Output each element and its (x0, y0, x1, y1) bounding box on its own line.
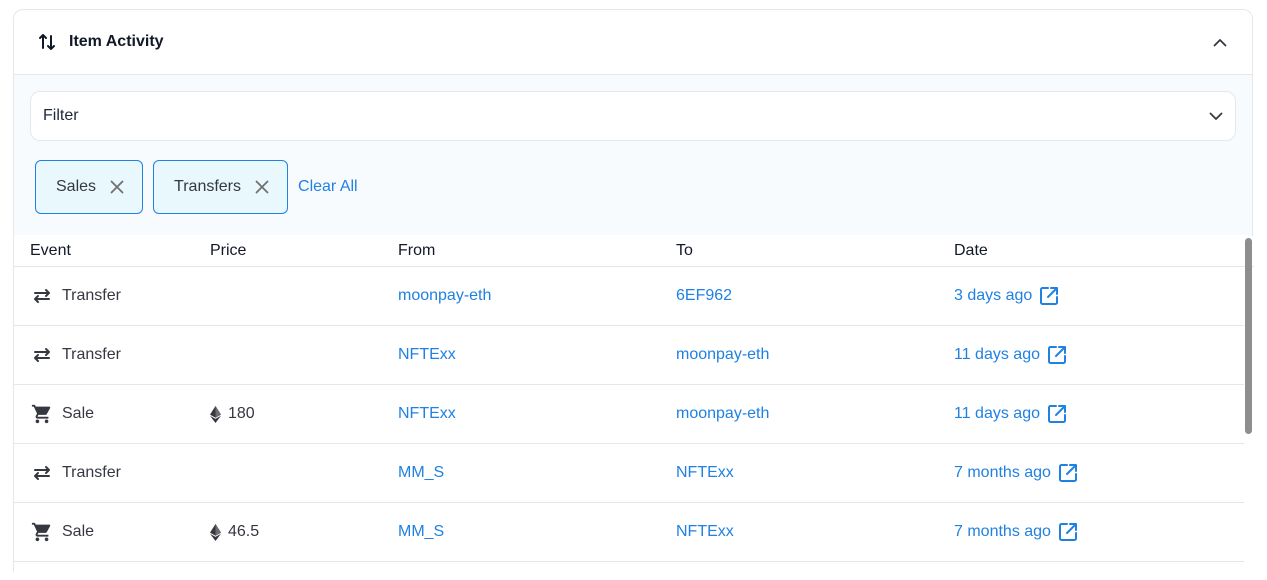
chip-sales[interactable]: Sales (35, 160, 144, 214)
table-row: Sale 180 NFTExx moonpay-eth 11 days ago (14, 385, 1244, 444)
transfer-icon (30, 284, 54, 308)
close-icon[interactable] (108, 178, 126, 196)
cart-icon (30, 520, 54, 544)
clear-all-button[interactable]: Clear All (298, 178, 358, 196)
table-header: Event Price From To Date (14, 236, 1254, 267)
external-link-icon[interactable] (1057, 521, 1079, 543)
chip-transfers[interactable]: Transfers (153, 160, 289, 214)
cart-icon (30, 402, 54, 426)
swap-vertical-icon (36, 31, 58, 53)
table-row: Sale 46.5 MM_S NFTExx 7 months ago (14, 503, 1244, 562)
eth-icon (210, 405, 222, 423)
close-icon[interactable] (253, 178, 271, 196)
event-type: Transfer (62, 464, 121, 481)
price-cell: 180 (210, 405, 398, 423)
from-link[interactable]: NFTExx (398, 405, 456, 422)
to-link[interactable]: NFTExx (676, 464, 734, 481)
from-link[interactable]: MM_S (398, 523, 444, 540)
to-link[interactable]: NFTExx (676, 523, 734, 540)
item-activity-panel: Item Activity Filter Sales Transfers Cle… (13, 9, 1254, 580)
date-link[interactable]: 3 days ago (954, 287, 1032, 305)
transfer-icon (30, 343, 54, 367)
chip-label: Transfers (174, 178, 242, 195)
external-link-icon[interactable] (1046, 403, 1068, 425)
column-header-event: Event (30, 242, 71, 259)
panel-header[interactable]: Item Activity (14, 10, 1252, 75)
date-link[interactable]: 11 days ago (954, 346, 1040, 364)
table-row: Transfer MM_S NFTExx 7 months ago (14, 444, 1244, 503)
active-filter-chips: Sales Transfers Clear All (35, 160, 358, 214)
chip-label: Sales (56, 178, 97, 195)
event-type: Transfer (62, 287, 121, 304)
external-link-icon[interactable] (1046, 344, 1068, 366)
price-value: 180 (228, 405, 255, 422)
column-header-price: Price (210, 242, 247, 259)
column-header-date: Date (954, 242, 988, 259)
filter-dropdown[interactable]: Filter (30, 91, 1236, 141)
activity-table: Event Price From To Date Transfer moonpa… (14, 236, 1254, 580)
event-type: Sale (62, 405, 95, 422)
to-link[interactable]: moonpay-eth (676, 405, 769, 422)
date-link[interactable]: 7 months ago (954, 464, 1051, 482)
date-link[interactable]: 7 months ago (954, 523, 1051, 541)
external-link-icon[interactable] (1038, 285, 1060, 307)
filter-area: Filter Sales Transfers Clear All (14, 75, 1252, 235)
to-link[interactable]: moonpay-eth (676, 346, 769, 363)
scrollbar-thumb[interactable] (1245, 238, 1252, 434)
from-link[interactable]: moonpay-eth (398, 287, 491, 304)
event-type: Transfer (62, 346, 121, 363)
filter-label: Filter (43, 107, 79, 124)
scrollbar[interactable] (1244, 236, 1254, 580)
to-link[interactable]: 6EF962 (676, 287, 732, 304)
date-link[interactable]: 11 days ago (954, 405, 1040, 423)
event-type: Sale (62, 523, 95, 540)
column-header-from: From (398, 242, 436, 259)
table-row: Transfer moonpay-eth 6EF962 3 days ago (14, 267, 1244, 326)
chevron-up-icon[interactable] (1208, 30, 1232, 54)
column-header-to: To (676, 242, 693, 259)
eth-icon (210, 523, 222, 541)
price-cell: 46.5 (210, 523, 398, 541)
price-value: 46.5 (228, 523, 260, 540)
transfer-icon (30, 461, 54, 485)
panel-title: Item Activity (69, 33, 164, 50)
chevron-down-icon (1209, 112, 1223, 121)
table-row: Transfer NFTExx moonpay-eth 11 days ago (14, 326, 1244, 385)
from-link[interactable]: MM_S (398, 464, 444, 481)
external-link-icon[interactable] (1057, 462, 1079, 484)
from-link[interactable]: NFTExx (398, 346, 456, 363)
